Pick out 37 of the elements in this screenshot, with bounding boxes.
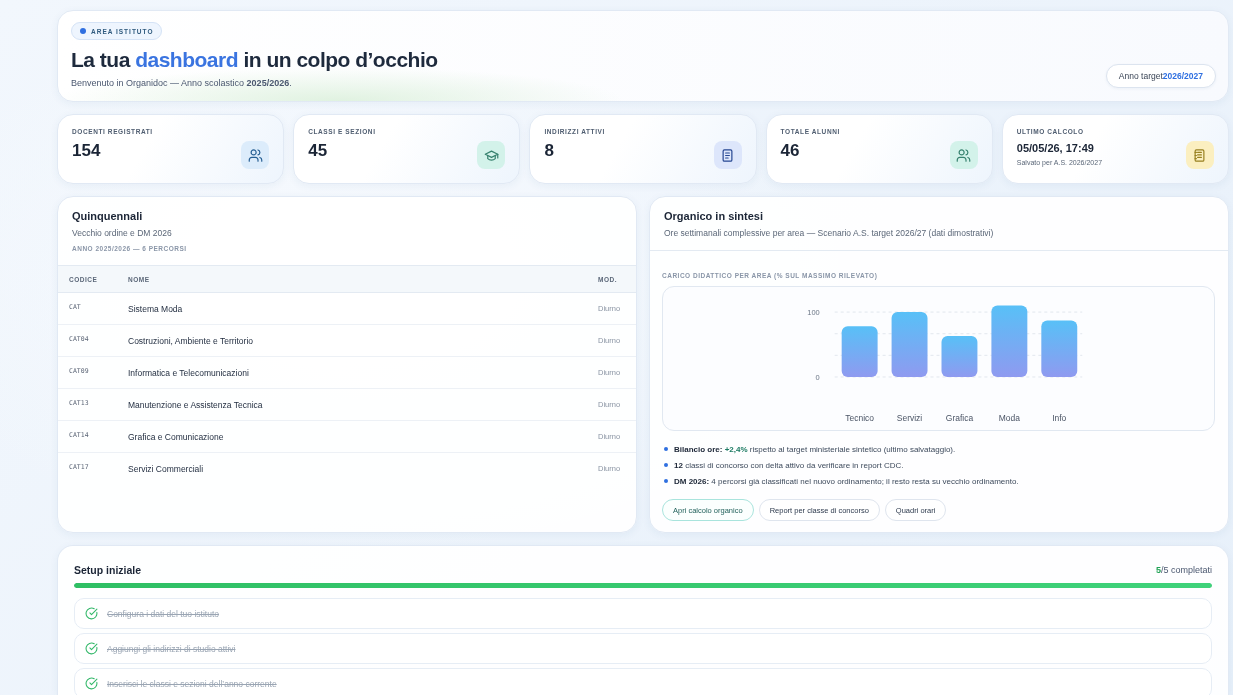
progress-count: 5/5 completati: [1155, 565, 1212, 575]
table-cell: Grafica e Comunicazione: [117, 420, 587, 453]
chart-bar: [891, 312, 928, 377]
table-cell: Sistema Moda: [117, 292, 587, 325]
table-cell: Costruzioni, Ambiente e Territorio: [117, 324, 587, 357]
target-year-button[interactable]: Anno target2026/2027: [1105, 64, 1216, 88]
chart-bar: [991, 305, 1028, 377]
axis-label: Moda: [998, 412, 1020, 423]
axis-label: Tecnico: [845, 412, 874, 423]
stat-value: 45: [308, 141, 329, 161]
bullet-dot-icon: [664, 479, 668, 483]
panel-subtitle: Ore settimanali complessive per area — Scenario A.S. target 2026/27 (dati dimostrativi): [664, 227, 995, 239]
table-cell: Servizi Commerciali: [117, 452, 587, 484]
panel-title: Quinquennali: [72, 209, 144, 223]
setup-title: Setup iniziale: [74, 564, 142, 576]
chart-bar: [941, 336, 978, 377]
axis-label: Info: [1052, 412, 1067, 423]
stat-value: 46: [780, 141, 801, 161]
stat-value: 154: [72, 141, 102, 161]
summary-note: Bilancio ore: +2,4% rispetto al target ministeriale sintetico (ultimo salvataggio).: [674, 444, 956, 454]
chart-bar: [1041, 320, 1078, 377]
bullet-dot-icon: [664, 463, 668, 467]
chart-bar: [841, 326, 878, 377]
panel-subtitle: Vecchio ordine e DM 2026: [72, 227, 173, 239]
dot-icon: [80, 28, 86, 34]
stat-value: 8: [544, 141, 555, 161]
axis-label: Grafica: [945, 412, 974, 423]
panel-title: Organico in sintesi: [664, 209, 765, 223]
axis-label: Servizi: [896, 412, 923, 423]
page-subtitle: Benvenuto in Organidoc — Anno scolastico 2025/2026.: [71, 78, 292, 89]
summary-note: 12 classi di concorso con delta attivo da verificare in report CDC.: [674, 460, 904, 470]
bullet-dot-icon: [664, 447, 668, 451]
page-title: La tua dashboard in un colpo d’occhio: [71, 47, 438, 73]
summary-note: DM 2026: 4 percorsi già classificati nel nuovo ordinamento; il resto resta su vecchio ordinamento.: [674, 476, 1019, 486]
table-cell: Informatica e Telecomunicazioni: [117, 356, 587, 389]
stat-value: 05/05/26, 17:49: [1016, 141, 1095, 155]
table-cell: Manutenzione e Assistenza Tecnica: [117, 388, 587, 421]
